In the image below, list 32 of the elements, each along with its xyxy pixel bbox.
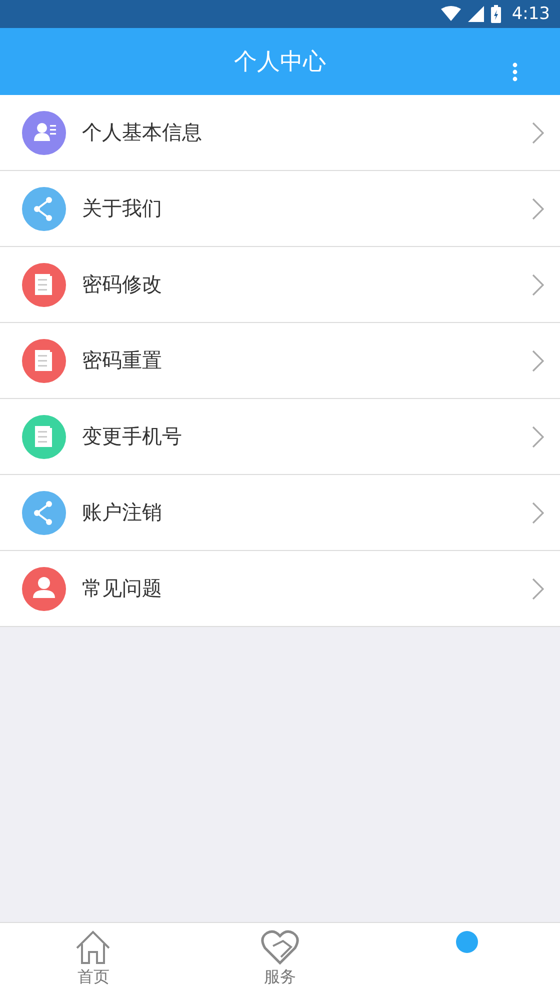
profile-card-icon xyxy=(22,110,66,154)
menu-label: 常见问题 xyxy=(82,575,163,602)
document-icon xyxy=(22,414,66,458)
document-icon xyxy=(22,262,66,306)
chevron-right-icon xyxy=(532,578,544,600)
tab[interactable]: 首页 xyxy=(0,923,187,996)
wifi-icon xyxy=(440,6,461,22)
menu-label: 个人基本信息 xyxy=(82,119,203,146)
chevron-right-icon xyxy=(532,198,544,220)
share-icon xyxy=(22,186,66,230)
page-title: 个人中心 xyxy=(234,48,326,77)
clock-time: 4:13 xyxy=(512,4,550,24)
house-icon xyxy=(74,928,112,966)
chevron-right-icon xyxy=(532,350,544,372)
chevron-right-icon xyxy=(532,426,544,448)
tab[interactable]: 服务 xyxy=(186,923,374,996)
chevron-right-icon xyxy=(532,502,544,524)
battery-icon xyxy=(490,5,501,23)
menu-label: 账户注销 xyxy=(82,499,163,526)
chevron-right-icon xyxy=(532,274,544,296)
chevron-right-icon xyxy=(532,122,544,144)
tab-label: 首页 xyxy=(77,967,110,988)
tab-label: 服务 xyxy=(264,967,296,988)
signal-icon xyxy=(468,6,484,22)
more-menu-icon[interactable] xyxy=(512,62,518,82)
document-icon xyxy=(22,338,66,382)
handshake-heart-icon xyxy=(261,928,299,966)
menu-label: 密码重置 xyxy=(82,347,163,374)
menu-label: 关于我们 xyxy=(82,195,163,222)
share-icon xyxy=(22,490,66,534)
menu-label: 密码修改 xyxy=(82,271,163,298)
menu-label: 变更手机号 xyxy=(82,423,183,450)
